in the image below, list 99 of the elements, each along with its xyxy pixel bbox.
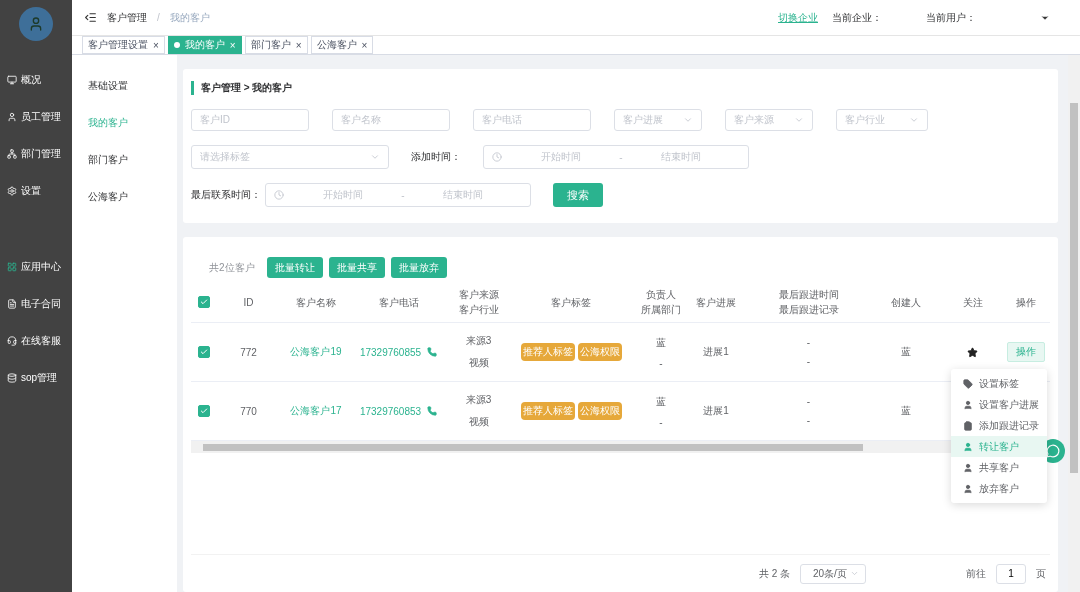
page-tab[interactable]: 客户管理设置 × xyxy=(82,36,165,54)
column-header: ID xyxy=(242,295,255,310)
menu-item[interactable]: 共享客户 xyxy=(951,457,1047,478)
headset-icon xyxy=(7,335,17,346)
page-tab[interactable]: 部门客户 × xyxy=(244,36,308,54)
sidebar-item[interactable]: 概况 xyxy=(0,61,72,98)
table-cell: - xyxy=(806,415,811,426)
tag-chip: 公海权限 xyxy=(577,402,622,420)
phone-icon[interactable] xyxy=(427,406,438,416)
table-cell: - xyxy=(806,356,811,367)
table-cell: 视频 xyxy=(468,415,489,429)
chevron-icon xyxy=(909,115,919,125)
menu-item[interactable]: 设置标签 xyxy=(951,373,1047,394)
table-cell: 来源3 xyxy=(465,334,492,348)
column-header: 客户标签 xyxy=(550,295,592,310)
column-header: 客户来源 客户行业 xyxy=(457,288,500,317)
org-chart-icon xyxy=(7,148,17,159)
avatar[interactable] xyxy=(19,7,53,41)
table-cell: - xyxy=(806,337,811,348)
page-size-select[interactable]: 20条/页 xyxy=(800,563,866,584)
chevron-icon xyxy=(370,152,380,162)
column-header: 创建人 xyxy=(890,295,922,310)
column-header: 关注 xyxy=(961,295,984,310)
table-cell: 770 xyxy=(240,405,257,417)
field-label: 最后联系时间： xyxy=(191,188,261,202)
settings-icon xyxy=(7,185,17,196)
table-cell: 蓝 xyxy=(656,335,666,350)
breadcrumb-item: 我的客户 xyxy=(169,10,210,25)
breadcrumb-separator: / xyxy=(157,12,160,23)
section-title: 客户管理 > 我的客户 xyxy=(191,81,1050,95)
tag-chip: 推荐人标签 xyxy=(520,343,575,361)
page-input[interactable]: 1 xyxy=(996,563,1026,584)
tag-icon xyxy=(963,378,973,389)
menu-item[interactable]: 设置客户进展 xyxy=(951,394,1047,415)
clock-icon xyxy=(274,190,284,200)
check-icon xyxy=(199,298,208,306)
company-label: 当前企业： xyxy=(832,10,882,25)
chevron-icon xyxy=(683,115,693,125)
user-icon xyxy=(963,462,973,473)
sidebar-item[interactable]: 在线客服 xyxy=(0,322,72,359)
clock-icon xyxy=(492,152,502,162)
table-cell: 772 xyxy=(240,346,257,358)
sidebar-item[interactable]: 电子合同 xyxy=(0,285,72,322)
chevron-icon xyxy=(850,569,859,578)
table-cell: 视频 xyxy=(468,356,489,370)
user-icon xyxy=(963,399,973,410)
submenu-item[interactable]: 公海客户 xyxy=(72,178,177,215)
checkbox[interactable] xyxy=(197,405,210,417)
column-header: 最后跟进时间 最后跟进记录 xyxy=(777,288,840,317)
table-cell: 进展1 xyxy=(703,404,729,418)
goto-label: 前往 xyxy=(966,566,986,581)
column-header: 客户电话 xyxy=(377,295,420,310)
column-header: 操作 xyxy=(1015,295,1037,310)
submenu-item[interactable]: 部门客户 xyxy=(72,141,177,178)
column-header: 客户名称 xyxy=(295,295,337,310)
document-icon xyxy=(7,298,17,309)
table-cell: - xyxy=(659,416,663,428)
star-icon[interactable] xyxy=(967,346,978,358)
column-header: 客户进展 xyxy=(695,295,737,310)
page-suffix: 页 xyxy=(1036,566,1046,581)
vertical-scrollbar[interactable] xyxy=(1068,55,1080,592)
chat-icon xyxy=(1046,444,1060,458)
checkbox[interactable] xyxy=(197,346,210,358)
page-tab[interactable]: 公海客户 × xyxy=(310,36,374,54)
table-cell: 蓝 xyxy=(901,345,911,359)
table-cell: 进展1 xyxy=(703,345,729,359)
table-cell: - xyxy=(659,357,663,369)
breadcrumb-item[interactable]: 客户管理 xyxy=(107,10,147,25)
menu-icon[interactable] xyxy=(84,11,97,24)
checkbox[interactable] xyxy=(197,296,210,308)
table-cell: 来源3 xyxy=(465,393,492,407)
tag-chip: 公海权限 xyxy=(577,343,622,361)
menu-item[interactable]: 添加跟进记录 xyxy=(951,415,1047,436)
customer-count: 共2位客户 xyxy=(209,260,255,275)
sidebar-item[interactable]: 应用中心 xyxy=(0,248,72,285)
user-icon xyxy=(963,483,973,494)
check-icon xyxy=(199,348,208,356)
user-label: 当前用户： xyxy=(926,10,976,25)
field-label: 添加时间： xyxy=(411,150,461,164)
column-header: 负责人 所属部门 xyxy=(640,288,682,317)
sidebar-item[interactable]: 设置 xyxy=(0,172,72,209)
chevron-icon xyxy=(794,115,804,125)
phone-icon[interactable] xyxy=(427,347,438,357)
menu-item[interactable]: 放弃客户 xyxy=(951,478,1047,499)
table-cell: - xyxy=(806,396,811,407)
table-cell: 蓝 xyxy=(656,394,666,409)
sidebar-item[interactable]: sop管理 xyxy=(0,359,72,396)
monitor-icon xyxy=(7,74,17,85)
table-cell: 蓝 xyxy=(901,404,911,418)
database-icon xyxy=(7,372,17,383)
sidebar-item[interactable]: 部门管理 xyxy=(0,135,72,172)
sidebar-item[interactable]: 员工管理 xyxy=(0,98,72,135)
grid-icon xyxy=(7,261,17,272)
user-icon xyxy=(7,111,17,122)
tag-chip: 推荐人标签 xyxy=(520,402,575,420)
total-count: 共 2 条 xyxy=(758,566,790,581)
submenu-item[interactable]: 基础设置 xyxy=(72,67,177,104)
check-icon xyxy=(199,407,208,415)
user-icon xyxy=(963,441,973,452)
